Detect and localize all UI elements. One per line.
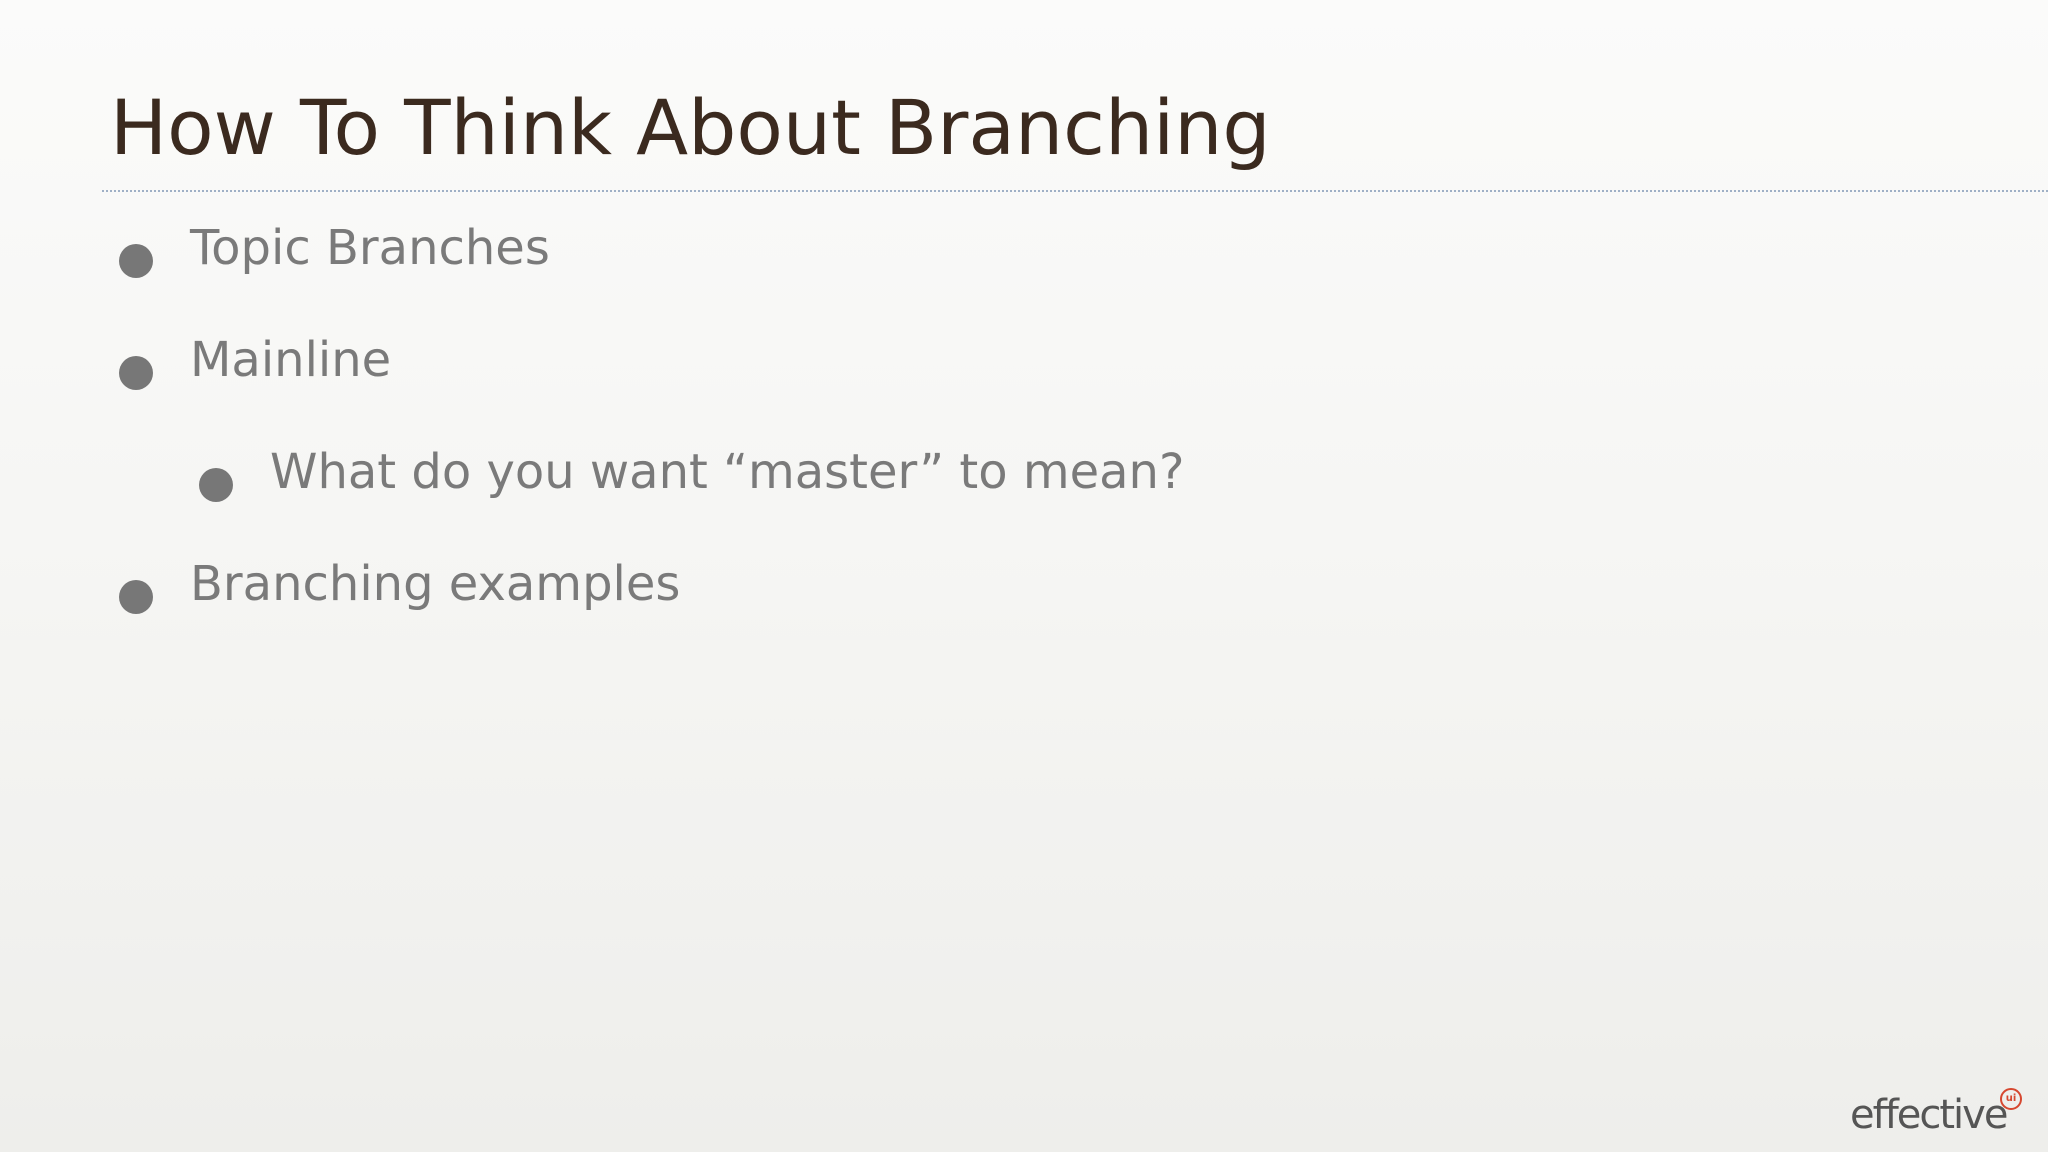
bullet-text: Mainline [190,332,392,388]
slide-title: How To Think About Branching [110,83,1271,172]
bullet-dot-icon [199,468,233,502]
bullet-dot-icon [119,580,153,614]
bullet-dot-icon [119,244,153,278]
title-divider [102,190,2048,192]
bullet-text: Topic Branches [190,220,550,276]
logo-wordmark: effective [1850,1092,2008,1138]
logo-ui-mark-icon: ui [2000,1088,2022,1110]
bullet-dot-icon [119,356,153,390]
bullet-text: What do you want “master” to mean? [270,444,1185,500]
effectiveui-logo: effective ui [1850,1088,2022,1140]
bullet-text: Branching examples [190,556,681,612]
slide: How To Think About Branching Topic Branc… [0,0,2048,1152]
